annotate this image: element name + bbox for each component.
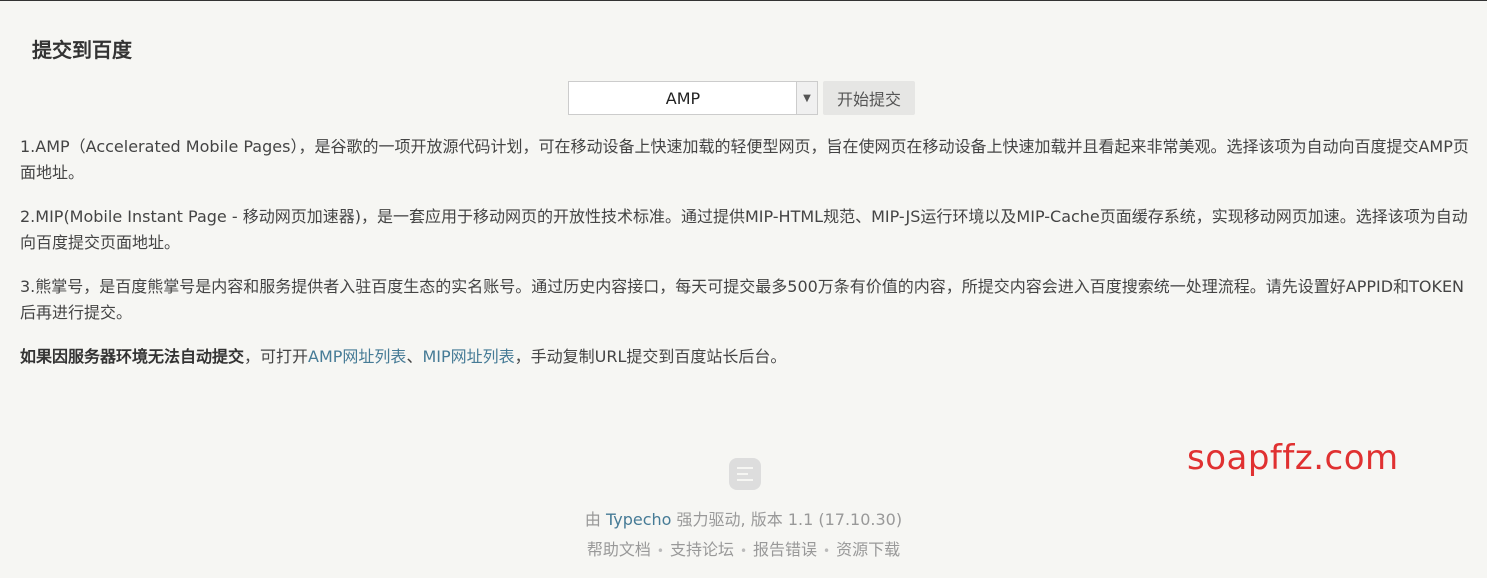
help-docs-link[interactable]: 帮助文档: [587, 540, 651, 559]
mip-description: 2.MIP(Mobile Instant Page - 移动网页加速器)，是一套…: [20, 207, 1468, 252]
report-bug-link[interactable]: 报告错误: [753, 540, 817, 559]
description-content: 1.AMP（Accelerated Mobile Pages），是谷歌的一项开放…: [20, 134, 1472, 388]
amp-description: 1.AMP（Accelerated Mobile Pages），是谷歌的一项开放…: [20, 137, 1469, 182]
note-sep: 、: [406, 347, 423, 366]
note-end: ，手动复制URL提交到百度站长后台。: [514, 347, 787, 366]
xiongzhang-description: 3.熊掌号，是百度熊掌号是内容和服务提供者入驻百度生态的实名账号。通过历史内容接…: [20, 277, 1465, 322]
page-title: 提交到百度: [32, 38, 132, 62]
powered-prefix: 由: [584, 510, 606, 529]
footer-separator: •: [739, 544, 748, 558]
manual-submit-note: 如果因服务器环境无法自动提交，可打开AMP网址列表、MIP网址列表，手动复制UR…: [20, 344, 1472, 370]
powered-suffix: 强力驱动, 版本 1.1 (17.10.30): [671, 510, 903, 529]
note-bold: 如果因服务器环境无法自动提交: [20, 347, 245, 366]
typecho-logo-icon: [729, 458, 761, 490]
footer-separator: •: [656, 544, 664, 558]
start-submit-button[interactable]: 开始提交: [823, 81, 916, 115]
footer-links: 帮助文档 • 支持论坛 • 报告错误 • 资源下载: [0, 536, 1487, 560]
resource-download-link[interactable]: 资源下载: [836, 540, 900, 559]
submit-controls: AMP ▼ 开始提交: [568, 81, 916, 115]
note-mid: ，可打开: [244, 347, 309, 366]
support-forum-link[interactable]: 支持论坛: [670, 540, 734, 559]
select-value: AMP: [665, 88, 701, 108]
chevron-down-icon[interactable]: ▼: [796, 82, 817, 114]
submit-type-select[interactable]: AMP ▼: [568, 81, 818, 115]
amp-url-list-link[interactable]: AMP网址列表: [308, 347, 406, 366]
mip-url-list-link[interactable]: MIP网址列表: [422, 347, 514, 366]
footer-separator: •: [823, 544, 831, 558]
typecho-link[interactable]: Typecho: [606, 510, 671, 529]
watermark-text: soapffz.com: [1187, 438, 1399, 478]
footer-powered-by: 由 Typecho 强力驱动, 版本 1.1 (17.10.30): [0, 506, 1487, 530]
